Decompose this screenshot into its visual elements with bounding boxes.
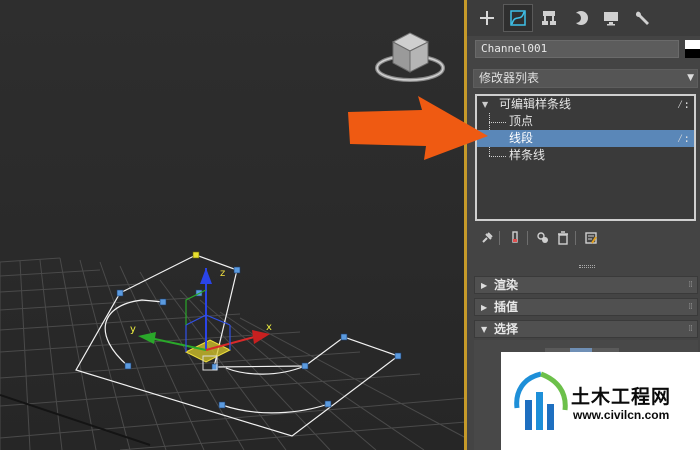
pin-stack-icon[interactable] <box>479 230 495 246</box>
motion-tab[interactable] <box>565 4 595 32</box>
rollout-interpolation[interactable]: ▶ 插值 ⁞⁞ <box>474 298 698 316</box>
rollout-grip-icon: ⁞⁞ <box>688 280 693 290</box>
make-unique-icon[interactable] <box>535 230 551 246</box>
spline-object[interactable] <box>75 254 400 437</box>
stack-item-editable-spline[interactable]: ▼ 可编辑样条线 ⁄: <box>477 96 694 113</box>
rollout-selection[interactable]: ▼ 选择 ⁞⁞ <box>474 320 698 338</box>
stack-item-vertex[interactable]: 顶点 <box>477 113 694 130</box>
show-in-viewport-toggle[interactable]: ⁄: <box>677 130 690 147</box>
utilities-wrench-icon <box>635 11 649 25</box>
object-color-swatch[interactable] <box>685 40 700 58</box>
create-tab[interactable] <box>472 4 502 32</box>
expanded-triangle-icon: ▼ <box>481 325 488 334</box>
toolbar-separator <box>499 231 500 245</box>
rollout-label: 插值 <box>494 300 519 314</box>
stack-toolbar <box>475 228 695 248</box>
stack-item-label: 顶点 <box>509 114 534 128</box>
watermark-url: www.civilcn.com <box>573 408 670 422</box>
stack-item-label: 线段 <box>509 131 534 145</box>
gizmo-axis-label-y: y <box>130 324 136 335</box>
modify-tab[interactable] <box>503 4 533 32</box>
grid-dark-edge <box>0 394 151 446</box>
watermark: 土木工程网 www.civilcn.com <box>501 352 700 450</box>
rollout-label: 渲染 <box>494 278 519 292</box>
first-vertex[interactable] <box>192 251 200 259</box>
rollout-grip-icon: ⁞⁞ <box>688 324 693 334</box>
display-tab[interactable] <box>596 4 626 32</box>
move-gizmo[interactable]: z y x <box>130 268 272 371</box>
modifier-stack: ▼ 可编辑样条线 ⁄: 顶点 线段 ⁄: 样条线 <box>475 94 696 221</box>
stack-item-segment[interactable]: 线段 ⁄: <box>477 130 694 147</box>
remove-modifier-icon[interactable] <box>555 230 571 246</box>
show-end-result-icon[interactable] <box>507 230 523 246</box>
modifier-list-dropdown[interactable]: 修改器列表 ▼ <box>473 69 698 88</box>
stack-item-spline[interactable]: 样条线 <box>477 147 694 164</box>
modify-curve-icon <box>510 10 526 26</box>
perspective-viewport[interactable]: z y x <box>0 0 466 450</box>
rollout-rendering[interactable]: ▶ 渲染 ⁞⁞ <box>474 276 698 294</box>
plus-icon <box>480 11 494 25</box>
toolbar-separator <box>575 231 576 245</box>
rollout-grip-icon: ⁞⁞ <box>688 302 693 312</box>
object-name-field[interactable]: Channel001 <box>475 40 679 58</box>
display-monitor-icon <box>604 12 618 26</box>
dropdown-arrow-icon: ▼ <box>687 73 694 83</box>
gizmo-axis-label-z: z <box>220 268 225 279</box>
stack-item-label: 可编辑样条线 <box>499 97 572 111</box>
utilities-tab[interactable] <box>627 4 657 32</box>
collapsed-triangle-icon: ▶ <box>481 303 488 312</box>
command-panel-tabs <box>467 0 700 36</box>
hierarchy-tab[interactable] <box>534 4 564 32</box>
watermark-logo-icon <box>514 371 568 430</box>
watermark-title: 土木工程网 <box>571 386 672 408</box>
panel-resize-grip[interactable] <box>579 265 595 268</box>
gizmo-axis-label-x: x <box>266 322 272 333</box>
motion-circle-icon <box>571 11 588 25</box>
callout-arrow <box>348 96 488 160</box>
collapsed-triangle-icon: ▶ <box>481 281 488 290</box>
toolbar-separator <box>527 231 528 245</box>
stack-item-label: 样条线 <box>509 148 546 162</box>
modifier-list-label: 修改器列表 <box>479 71 540 85</box>
configure-sets-icon[interactable] <box>583 230 599 246</box>
hierarchy-icon <box>542 11 556 25</box>
rollout-label: 选择 <box>494 322 519 336</box>
view-cube[interactable] <box>375 32 445 82</box>
show-in-viewport-toggle[interactable]: ⁄: <box>677 96 690 113</box>
